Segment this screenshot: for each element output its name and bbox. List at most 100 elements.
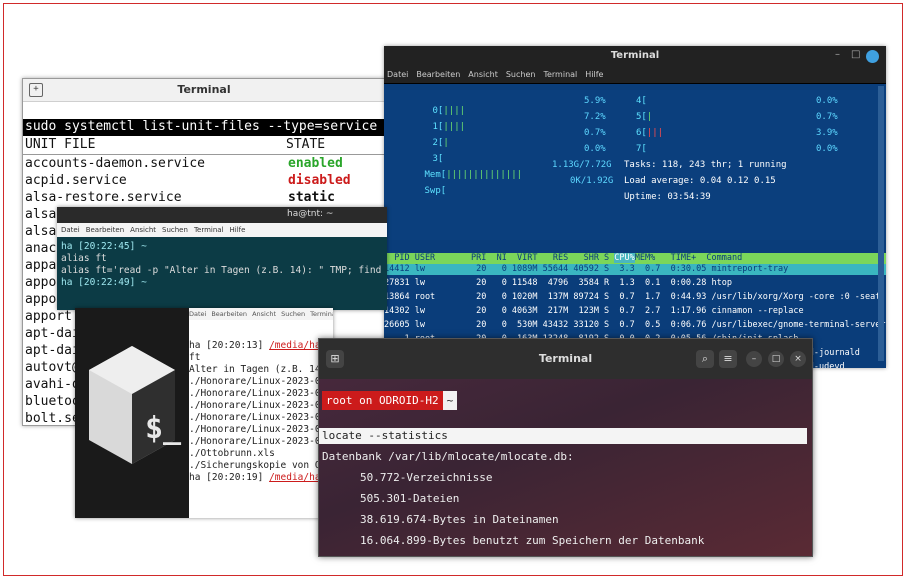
- sort-column-cpu[interactable]: CPU%: [614, 253, 635, 263]
- cpu-pct-0: 5.9%: [584, 96, 606, 106]
- output-line: ./Honorare/Linux-2023-0: [189, 436, 321, 447]
- close-icon[interactable]: ×: [790, 351, 806, 367]
- menu-item[interactable]: Hilfe: [230, 226, 246, 234]
- bash-logo: $_: [75, 308, 189, 518]
- unit-state: enabled: [288, 156, 343, 171]
- window-title: Terminal: [538, 352, 593, 365]
- db-line: Datenbank /var/lib/mlocate/mlocate.db:: [322, 450, 574, 463]
- stat-line: 50.772-Verzeichnisse: [360, 471, 493, 484]
- menubar: Datei Bearbeiten Ansicht Suchen Terminal Hilf…: [384, 67, 886, 84]
- menu-item[interactable]: Datei: [189, 310, 206, 318]
- menu-item[interactable]: Ansicht: [252, 310, 276, 318]
- search-icon[interactable]: ⌕: [696, 350, 714, 368]
- menu-item[interactable]: Terminal: [543, 70, 577, 79]
- close-icon[interactable]: [866, 50, 879, 63]
- maximize-icon[interactable]: □: [851, 49, 860, 60]
- minimize-icon[interactable]: –: [835, 49, 840, 60]
- cpu-pct-3: 0.0%: [584, 144, 606, 154]
- titlebar[interactable]: ha@tnt: ~: [57, 207, 387, 223]
- terminal-output: ha [20:22:45] ~ alias ft alias ft='read -p…: [57, 237, 387, 293]
- menu-icon[interactable]: ≡: [719, 350, 737, 368]
- menu-item[interactable]: Suchen: [506, 70, 536, 79]
- unit-name: acpid.service: [25, 173, 127, 188]
- unit-name: alsa-restore.service: [25, 190, 182, 205]
- cpu-pct-2: 0.7%: [584, 128, 606, 138]
- menubar: DateiBearbeitenAnsichtSuchenTerminalHilf…: [189, 308, 333, 320]
- menu-item[interactable]: Datei: [61, 226, 80, 234]
- menu-item[interactable]: Bearbeiten: [416, 70, 460, 79]
- titlebar[interactable]: ⊞ Terminal ⌕ ≡ – □ ×: [319, 339, 812, 379]
- minimize-icon[interactable]: –: [746, 351, 762, 367]
- column-state: STATE: [286, 137, 326, 152]
- menu-item[interactable]: Terminal: [310, 310, 333, 318]
- menu-item[interactable]: Suchen: [162, 226, 188, 234]
- header-columns-b: MEM% TIME+ Command: [634, 253, 743, 263]
- output-line: ./Ottobrunn.xls: [189, 448, 275, 459]
- cpu-pct-1: 7.2%: [584, 112, 606, 122]
- swap-value: 0K/1.92G: [570, 176, 614, 186]
- command-line: locate --statistics: [319, 428, 807, 444]
- cpu-pct-4: 0.0%: [816, 96, 838, 106]
- terminal-window-find[interactable]: $_ DateiBearbeitenAnsichtSuchenTerminalH…: [75, 308, 333, 518]
- selected-process-row[interactable]: 14412 lw 20 0 1089M 55644 40592 S 3.3 0.…: [384, 264, 886, 275]
- stat-line: 16.064.899-Bytes benutzt zum Speichern d…: [360, 534, 705, 547]
- prompt-line: ha [20:20:13] /media/ha: [189, 340, 321, 351]
- output-line: ./Sicherungskopie von O: [189, 460, 321, 471]
- titlebar[interactable]: Terminal – □: [384, 46, 886, 67]
- mem-value: 1.13G/7.72G: [552, 160, 612, 170]
- cpu-pct-5: 0.7%: [816, 112, 838, 122]
- header-columns-a: PID USER PRI NI VIRT RES SHR S: [384, 253, 615, 263]
- terminal-window-locate[interactable]: ⊞ Terminal ⌕ ≡ – □ × root on ODROID-H2 ~ …: [318, 338, 813, 557]
- cpu-meter-7: 7[: [636, 144, 647, 154]
- window-title: ha@tnt: ~: [287, 209, 334, 219]
- uptime: Uptime: 03:54:39: [624, 192, 711, 202]
- process-row[interactable]: 14302 lw 20 0 4063M 217M 123M S 0.7 2.7 …: [384, 306, 886, 320]
- unit-state: disabled: [288, 173, 351, 188]
- menu-item[interactable]: Bearbeiten: [211, 310, 247, 318]
- window-title: Terminal: [177, 83, 231, 96]
- menu-item[interactable]: Suchen: [281, 310, 305, 318]
- cpu-meter-4: 4[: [636, 96, 647, 106]
- prompt-host: root on ODROID-H2: [322, 391, 443, 410]
- menubar: Datei Bearbeiten Ansicht Suchen Terminal Hilf…: [57, 223, 387, 237]
- tasks-line: Tasks: 118, 243 thr; 1 running: [624, 160, 787, 170]
- cpu-pct-7: 0.0%: [816, 144, 838, 154]
- scrollbar[interactable]: [878, 86, 884, 361]
- result-lines: ft Alter in Tagen (z.B. 14 ./Honorare/Linu…: [189, 352, 333, 472]
- process-table-header[interactable]: PID USER PRI NI VIRT RES SHR S CPU%MEM% …: [384, 253, 886, 264]
- menu-item[interactable]: Bearbeiten: [86, 226, 124, 234]
- window-title: Terminal: [610, 50, 660, 61]
- process-row[interactable]: 26605 lw 20 0 530M 43432 33120 S 0.7 0.5…: [384, 320, 886, 334]
- process-row[interactable]: 13864 root 20 0 1020M 137M 89724 S 0.7 1…: [384, 292, 886, 306]
- terminal-window-alias[interactable]: ha@tnt: ~ Datei Bearbeiten Ansicht Suchen Te…: [57, 207, 387, 310]
- terminal-output: Datenbank /var/lib/mlocate/mlocate.db: 5…: [322, 446, 812, 551]
- output-line: ./Honorare/Linux-2023-0: [189, 400, 321, 411]
- menu-item[interactable]: Datei: [387, 70, 408, 79]
- table-row: acpid.service disabled: [25, 173, 385, 190]
- output-line: ./Honorare/Linux-2023-0: [189, 388, 321, 399]
- output-line: ./Honorare/Linux-2023-0: [189, 376, 321, 387]
- output-line: ./Honorare/Linux-2023-0: [189, 424, 321, 435]
- maximize-icon[interactable]: □: [768, 351, 784, 367]
- terminal-line: ha [20:22:49] ~: [61, 277, 147, 288]
- menu-item[interactable]: Terminal: [194, 226, 224, 234]
- output-line: ./Honorare/Linux-2023-0: [189, 412, 321, 423]
- table-row: accounts-daemon.service enabled: [25, 156, 385, 173]
- process-row[interactable]: 27831 lw 20 0 11548 4796 3584 R 1.3 0.1 …: [384, 278, 886, 292]
- stat-line: 38.619.674-Bytes in Dateinamen: [360, 513, 559, 526]
- menu-item[interactable]: Ansicht: [130, 226, 156, 234]
- menu-item[interactable]: Ansicht: [468, 70, 498, 79]
- prompt: root on ODROID-H2 ~: [322, 389, 458, 410]
- unit-state: static: [288, 190, 335, 205]
- output-line: Alter in Tagen (z.B. 14: [189, 364, 321, 375]
- output-line: ft: [189, 352, 201, 363]
- terminal-line: alias ft='read -p "Alter in Tagen (z.B. …: [61, 265, 382, 276]
- terminal-window-htop[interactable]: Terminal – □ Datei Bearbeiten Ansicht Suche…: [384, 46, 886, 368]
- table-row: alsa-restore.service static: [25, 190, 385, 207]
- bash-logo-text: $_: [145, 411, 182, 446]
- menu-item[interactable]: Hilfe: [585, 70, 603, 79]
- titlebar[interactable]: + Terminal: [23, 79, 385, 102]
- prompt-dir: ~: [442, 391, 458, 410]
- cpu-meter-6: 6[|||: [636, 128, 664, 138]
- terminal-output: ha [20:20:13] /media/ha ft Alter in Tagen…: [189, 340, 333, 484]
